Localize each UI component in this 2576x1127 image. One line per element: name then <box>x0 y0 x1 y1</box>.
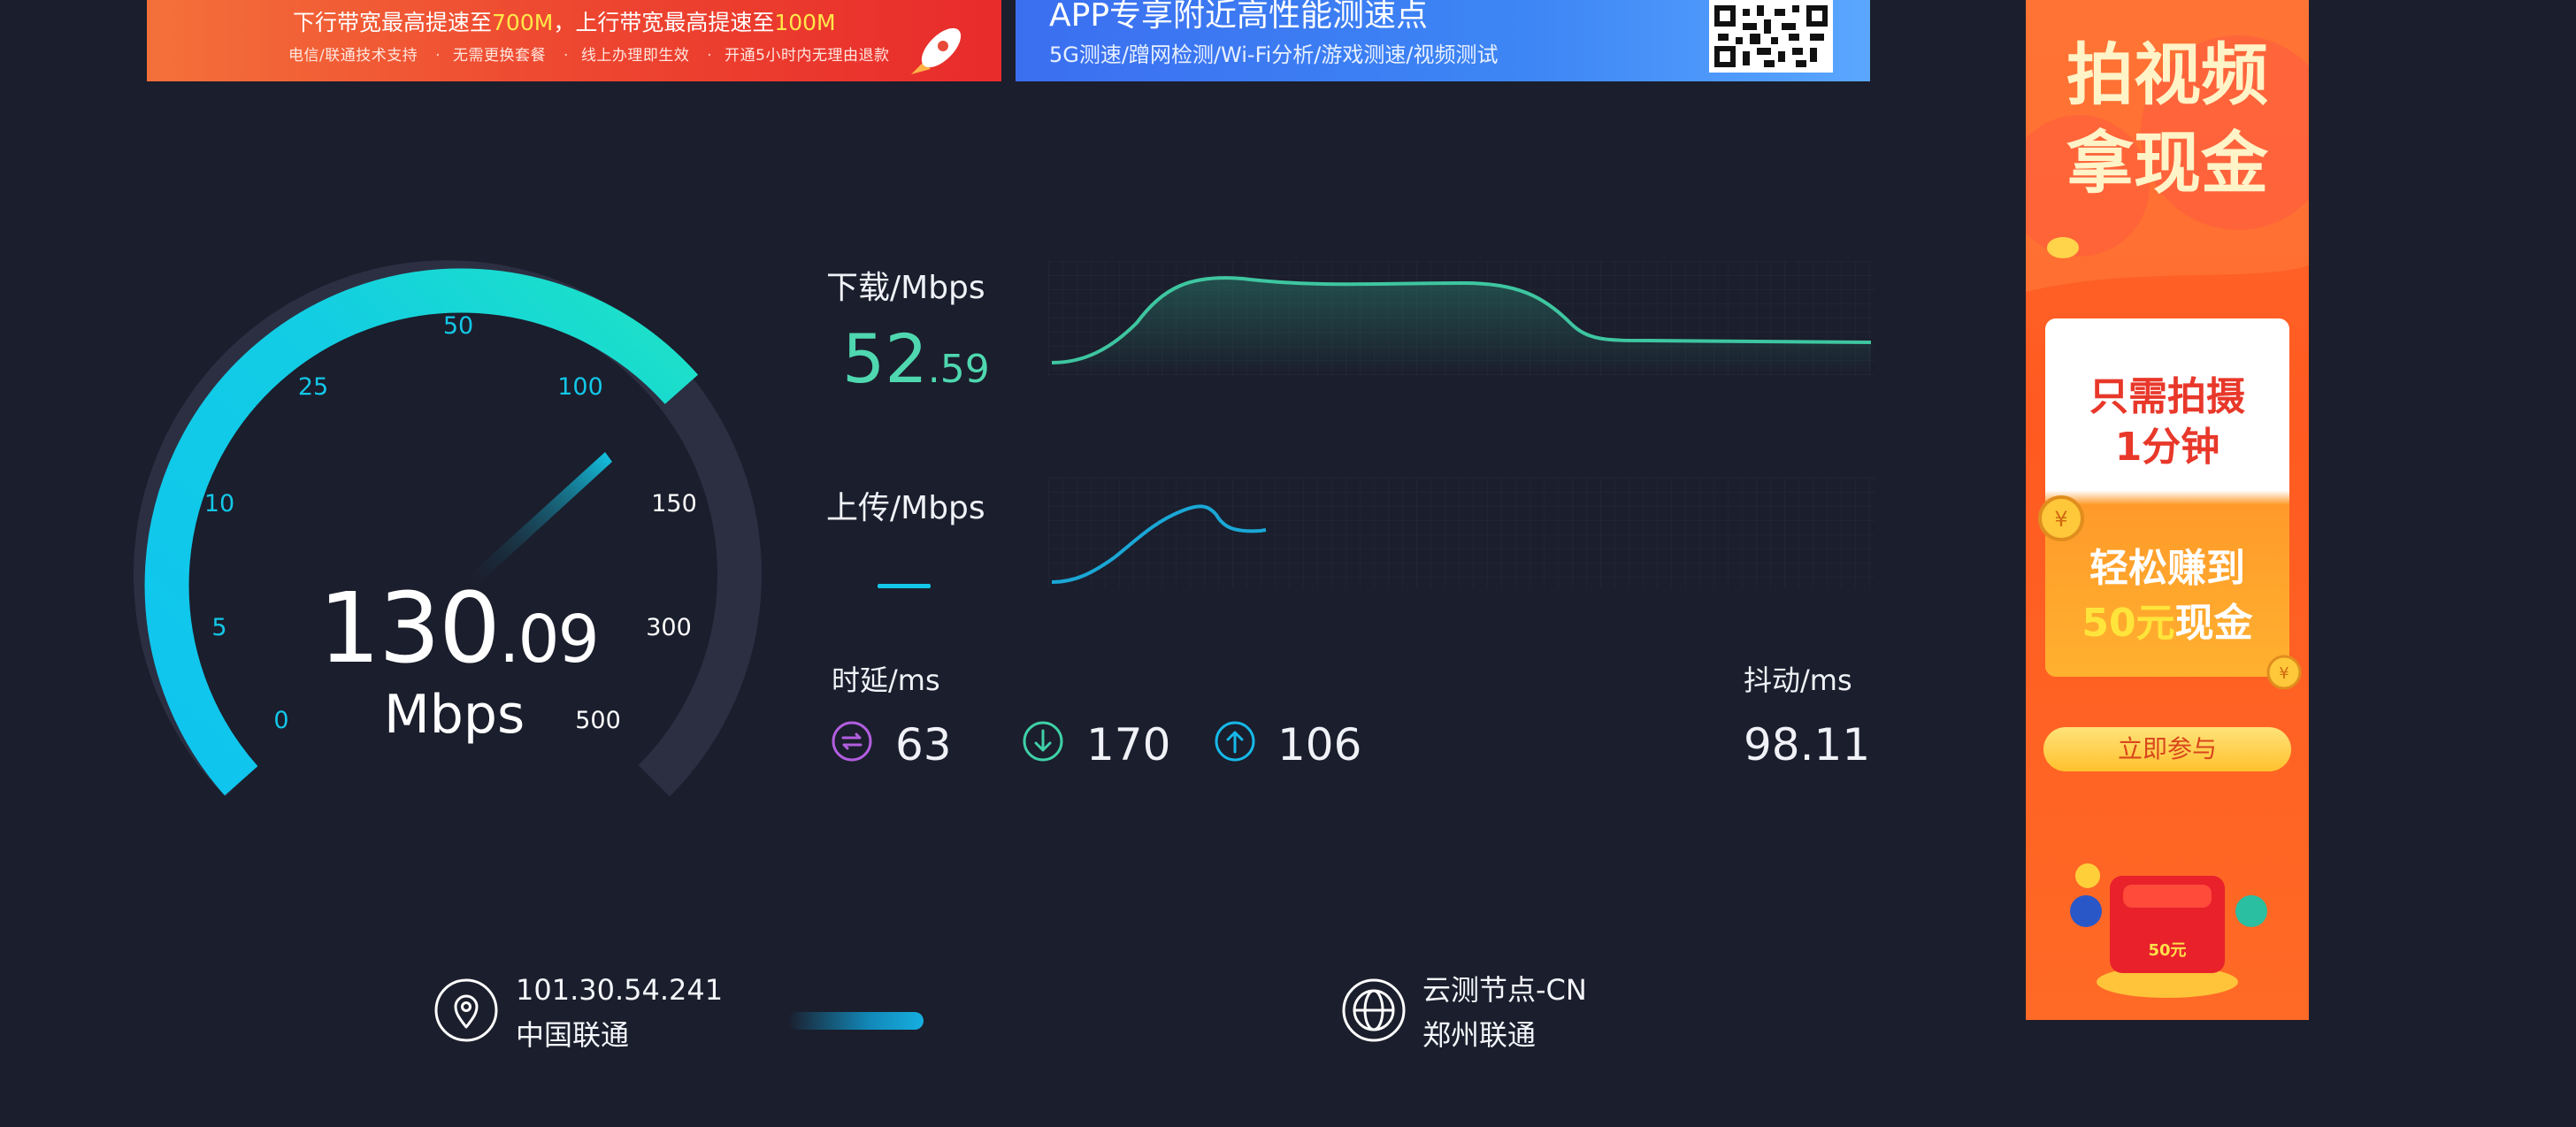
gauge-tick-label: 5 <box>211 614 226 641</box>
server-isp: 郑州联通 <box>1422 1018 1537 1053</box>
gauge-tick-label: 10 <box>204 490 234 518</box>
app-promo-features: 5G测速/蹭网检测/Wi-Fi分析/游戏测速/视频测试 <box>1049 42 1499 67</box>
client-ip: 101.30.54.241 <box>516 973 724 1007</box>
gauge-tick-label: 300 <box>646 614 692 641</box>
rocket-icon <box>911 27 962 74</box>
server-info[interactable]: 云测节点-CN 郑州联通 <box>1422 968 1587 1058</box>
ad-card-top-text: 只需拍摄 1分钟 <box>2089 374 2245 471</box>
idle-latency-value: 63 <box>895 719 952 770</box>
promo-bullet: 电信/联通技术支持 <box>288 47 418 65</box>
upload-latency-value: 106 <box>1277 719 1362 770</box>
ad-title-line2: 拿现金 <box>2066 124 2268 203</box>
client-info: 101.30.54.241 中国联通 <box>516 968 723 1058</box>
jitter-value: 98.11 <box>1744 719 1871 770</box>
upload-speed-placeholder <box>878 584 931 588</box>
gauge-tick-label: 0 <box>273 707 288 734</box>
upload-latency-icon <box>1215 721 1255 762</box>
join-now-button[interactable]: 立即参与 <box>2043 727 2291 771</box>
promo-bullet: 开通5小时内无理由退款 <box>724 47 890 65</box>
promo-bullet: 线上办理即生效 <box>580 47 690 65</box>
broadband-promo-banner[interactable]: 下行带宽最高提速至700M，上行带宽最高提速至100M 电信/联通技术支持 · 无… <box>147 0 1001 81</box>
svg-text:¥: ¥ <box>2054 507 2067 532</box>
red-packet-amount: 50元 <box>2148 941 2187 960</box>
idle-latency-icon <box>832 721 872 762</box>
svg-text:¥: ¥ <box>2279 664 2288 683</box>
promo-bullet: 无需更换套餐 <box>453 47 547 65</box>
app-promo-headline: APP专享附近高性能测速点 <box>1049 0 1429 34</box>
download-latency-value: 170 <box>1086 719 1171 770</box>
gauge-tick-label: 100 <box>557 373 603 401</box>
upload-speed-chart <box>1048 478 1875 588</box>
promo-headline: 下行带宽最高提速至700M，上行带宽最高提速至100M <box>293 10 836 35</box>
jitter-label: 抖动/ms <box>1744 663 1852 697</box>
current-speed-unit: Mbps <box>384 684 525 746</box>
coin-icon: ¥ <box>2038 495 2084 541</box>
upload-chart-grid <box>1048 478 1875 588</box>
upload-label: 上传/Mbps <box>826 490 985 526</box>
ad-card-bottom-text: 轻松赚到 50元现金 <box>2082 546 2253 646</box>
latency-label: 时延/ms <box>832 663 940 697</box>
client-isp: 中国联通 <box>516 1018 630 1053</box>
app-promo-banner[interactable]: APP专享附近高性能测速点 5G测速/蹭网检测/Wi-Fi分析/游戏测速/视频测… <box>1016 0 1870 81</box>
gauge-tick-label: 150 <box>651 490 697 518</box>
server-name: 云测节点-CN <box>1422 973 1587 1007</box>
gauge-tick-label: 50 <box>443 312 473 340</box>
coin-icon: ¥ <box>2266 655 2302 690</box>
test-progress-indicator <box>787 1012 924 1030</box>
gauge-tick-label: 25 <box>298 373 328 401</box>
download-speed-value: 52.59 <box>842 319 990 398</box>
video-cash-ad[interactable]: 拍视频 拿现金 只需拍摄 1分钟 轻松赚到 50元现金 ¥ ¥ 立即参与 50元 <box>2026 0 2309 1020</box>
gauge-tick-label: 500 <box>575 707 621 734</box>
download-latency-icon <box>1023 721 1063 762</box>
location-pin-icon <box>434 978 498 1042</box>
globe-icon <box>1342 978 1406 1042</box>
download-label: 下载/Mbps <box>826 270 985 306</box>
ad-title-line1: 拍视频 <box>2066 35 2268 114</box>
current-speed-value: 130.09 <box>318 571 600 685</box>
download-speed-chart <box>1048 261 1875 376</box>
qr-code-icon[interactable] <box>1709 0 1833 73</box>
promo-bullets: 电信/联通技术支持 · 无需更换套餐 · 线上办理即生效 · 开通5小时内无理由退款 <box>288 47 890 65</box>
